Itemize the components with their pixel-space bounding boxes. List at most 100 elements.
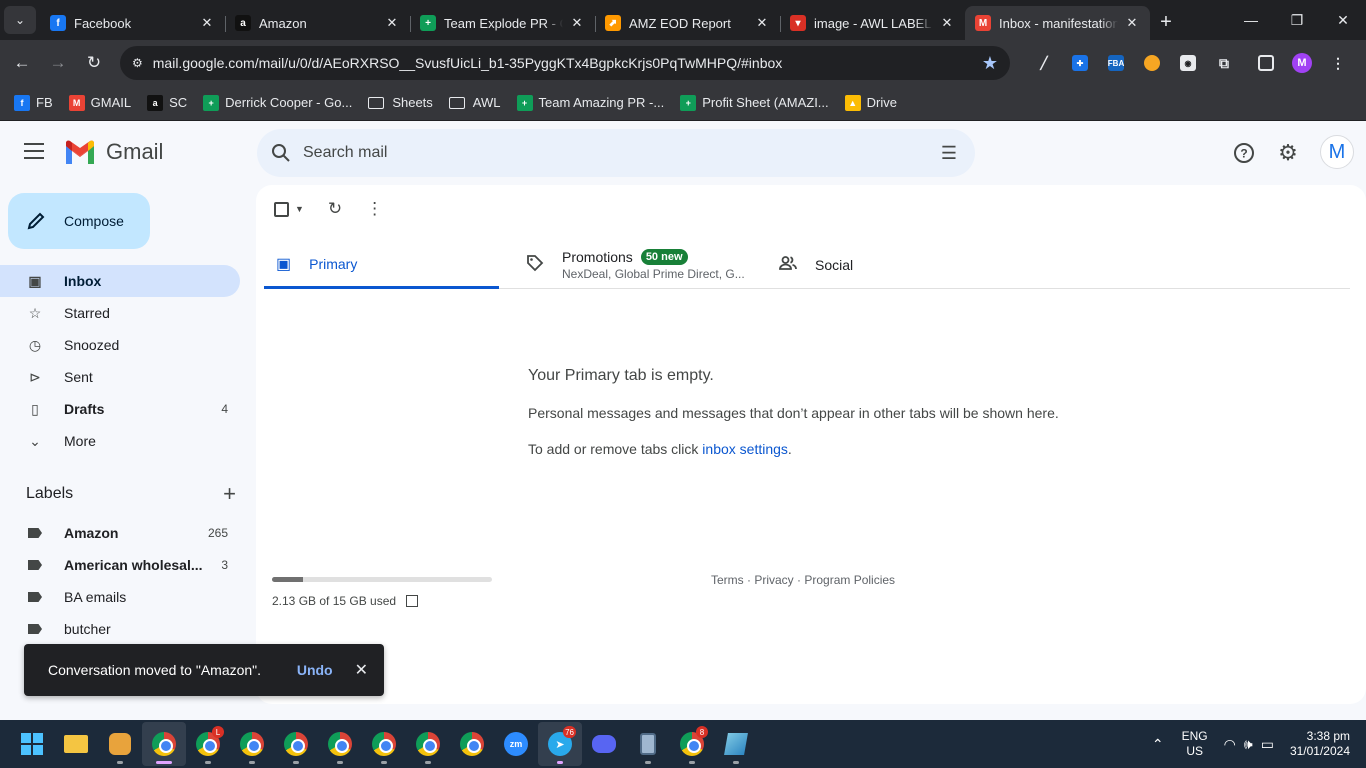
close-tab-icon[interactable]: ✕	[939, 15, 955, 31]
search-icon[interactable]	[271, 143, 291, 163]
nav-item-snoozed[interactable]: ◷ Snoozed	[0, 329, 240, 361]
browser-tab[interactable]: M Inbox - manifestation ✕	[965, 6, 1150, 40]
undo-button[interactable]: Undo	[297, 662, 333, 678]
bookmark-item[interactable]: M GMAIL	[63, 89, 137, 117]
bookmark-item[interactable]: a SC	[141, 89, 193, 117]
label-item[interactable]: BA emails	[0, 581, 240, 613]
bookmark-star-icon[interactable]: ★	[982, 53, 998, 74]
close-tab-icon[interactable]: ✕	[569, 15, 585, 31]
search-input[interactable]: Search mail	[303, 144, 941, 162]
chrome-taskbar-icon[interactable]	[274, 722, 318, 766]
calculator-icon[interactable]	[626, 722, 670, 766]
bookmark-item[interactable]: ▲ Drive	[839, 89, 903, 117]
telegram-icon[interactable]: ➤ 76	[538, 722, 582, 766]
privacy-link[interactable]: Privacy	[754, 573, 793, 587]
inbox-settings-link[interactable]: inbox settings	[702, 441, 788, 457]
battery-icon[interactable]: ▭	[1261, 736, 1274, 753]
select-dropdown-icon[interactable]: ▼	[295, 204, 304, 214]
close-window-button[interactable]: ✕	[1320, 0, 1366, 40]
browser-tab[interactable]: ▾ image - AWL LABEL ✕	[780, 6, 965, 40]
label-item[interactable]: Amazon 265	[0, 517, 240, 549]
label-item[interactable]: butcher	[0, 613, 240, 645]
site-info-icon[interactable]: ⚙	[132, 56, 143, 70]
extensions-puzzle-icon[interactable]: ⧉	[1206, 46, 1242, 80]
address-bar[interactable]: ⚙ mail.google.com/mail/u/0/d/AEoRXRSO__S…	[120, 46, 1010, 80]
refresh-icon[interactable]: ↻	[328, 199, 342, 219]
minimize-button[interactable]: —	[1228, 0, 1274, 40]
chrome-taskbar-icon[interactable]	[142, 722, 186, 766]
profile-avatar[interactable]: M	[1284, 46, 1320, 80]
language-indicator[interactable]: ENG US	[1182, 729, 1208, 759]
close-icon[interactable]: ✕	[355, 660, 368, 680]
compose-button[interactable]: Compose	[8, 193, 150, 249]
new-tab-button[interactable]: +	[1150, 6, 1182, 38]
open-external-icon[interactable]	[406, 595, 419, 607]
browser-menu-icon[interactable]: ⋮	[1320, 46, 1356, 80]
volume-icon[interactable]: 🕪	[1244, 736, 1253, 753]
main-menu-icon[interactable]	[24, 143, 44, 159]
bookmark-item[interactable]: + Team Amazing PR -...	[511, 89, 671, 117]
bookmark-item[interactable]: f FB	[8, 89, 59, 117]
url-text[interactable]: mail.google.com/mail/u/0/d/AEoRXRSO__Svu…	[153, 55, 982, 71]
bookmark-item[interactable]: + Derrick Cooper - Go...	[197, 89, 358, 117]
account-avatar[interactable]: M	[1320, 135, 1354, 169]
program-policies-link[interactable]: Program Policies	[804, 573, 895, 587]
close-tab-icon[interactable]: ✕	[754, 15, 770, 31]
app-icon[interactable]	[714, 722, 758, 766]
tab-social[interactable]: Social	[779, 241, 853, 289]
label-item[interactable]: American wholesal... 3	[0, 549, 240, 581]
gmail-logo[interactable]: Gmail	[64, 139, 163, 165]
camera-extension-icon[interactable]: ◉	[1170, 46, 1206, 80]
nav-item-sent[interactable]: ⊳ Sent	[0, 361, 240, 393]
discord-icon[interactable]	[582, 722, 626, 766]
terms-link[interactable]: Terms	[711, 573, 744, 587]
wifi-icon[interactable]: ◠	[1224, 736, 1236, 753]
extension-icon[interactable]: ✚	[1062, 46, 1098, 80]
chrome-taskbar-icon[interactable]	[406, 722, 450, 766]
fba-extension-icon[interactable]: FBA	[1098, 46, 1134, 80]
bookmark-folder[interactable]: Sheets	[362, 89, 438, 117]
back-button[interactable]: ←	[4, 45, 40, 81]
app-icon[interactable]	[98, 722, 142, 766]
browser-tab[interactable]: ⬈ AMZ EOD Report ✕	[595, 6, 780, 40]
chrome-taskbar-icon[interactable]: 8	[670, 722, 714, 766]
file-explorer-icon[interactable]	[54, 722, 98, 766]
tab-promotions[interactable]: Promotions 50 new NexDeal, Global Prime …	[526, 241, 746, 289]
chrome-taskbar-icon[interactable]	[230, 722, 274, 766]
chrome-taskbar-icon[interactable]	[450, 722, 494, 766]
side-panel-icon[interactable]	[1248, 46, 1284, 80]
search-options-icon[interactable]: ☰	[941, 143, 957, 164]
clock[interactable]: 3:38 pm 31/01/2024	[1290, 729, 1350, 759]
browser-tab[interactable]: a Amazon ✕	[225, 6, 410, 40]
extension-icon[interactable]	[1134, 46, 1170, 80]
nav-item-drafts[interactable]: ▯ Drafts 4	[0, 393, 240, 425]
nav-item-more[interactable]: ⌄ More	[0, 425, 240, 457]
chrome-taskbar-icon[interactable]	[318, 722, 362, 766]
select-all-checkbox[interactable]	[274, 201, 289, 217]
settings-gear-icon[interactable]: ⚙	[1272, 137, 1304, 169]
reload-button[interactable]: ↻	[76, 45, 112, 81]
browser-tab[interactable]: f Facebook ✕	[40, 6, 225, 40]
chrome-taskbar-icon[interactable]: L	[186, 722, 230, 766]
more-options-icon[interactable]: ⋮	[366, 199, 383, 219]
show-hidden-icons[interactable]: ⌃	[1152, 736, 1164, 753]
close-tab-icon[interactable]: ✕	[199, 15, 215, 31]
tab-primary[interactable]: ▣ Primary	[264, 241, 499, 289]
close-tab-icon[interactable]: ✕	[384, 15, 400, 31]
start-button[interactable]	[10, 722, 54, 766]
restore-button[interactable]: ❐	[1274, 0, 1320, 40]
search-bar[interactable]: Search mail ☰	[257, 129, 975, 177]
extension-icon[interactable]: ╱	[1026, 46, 1062, 80]
browser-tab[interactable]: + Team Explode PR - Go ✕	[410, 6, 595, 40]
forward-button[interactable]: →	[40, 45, 76, 81]
zoom-icon[interactable]: zm	[494, 722, 538, 766]
bookmark-folder[interactable]: AWL	[443, 89, 507, 117]
nav-item-inbox[interactable]: ▣ Inbox	[0, 265, 240, 297]
nav-item-starred[interactable]: ☆ Starred	[0, 297, 240, 329]
create-label-plus-icon[interactable]: +	[223, 483, 236, 505]
tab-search-button[interactable]: ⌄	[4, 6, 36, 34]
chrome-taskbar-icon[interactable]	[362, 722, 406, 766]
close-tab-icon[interactable]: ✕	[1124, 15, 1140, 31]
help-icon[interactable]: ?	[1228, 137, 1260, 169]
bookmark-item[interactable]: + Profit Sheet (AMAZI...	[674, 89, 834, 117]
